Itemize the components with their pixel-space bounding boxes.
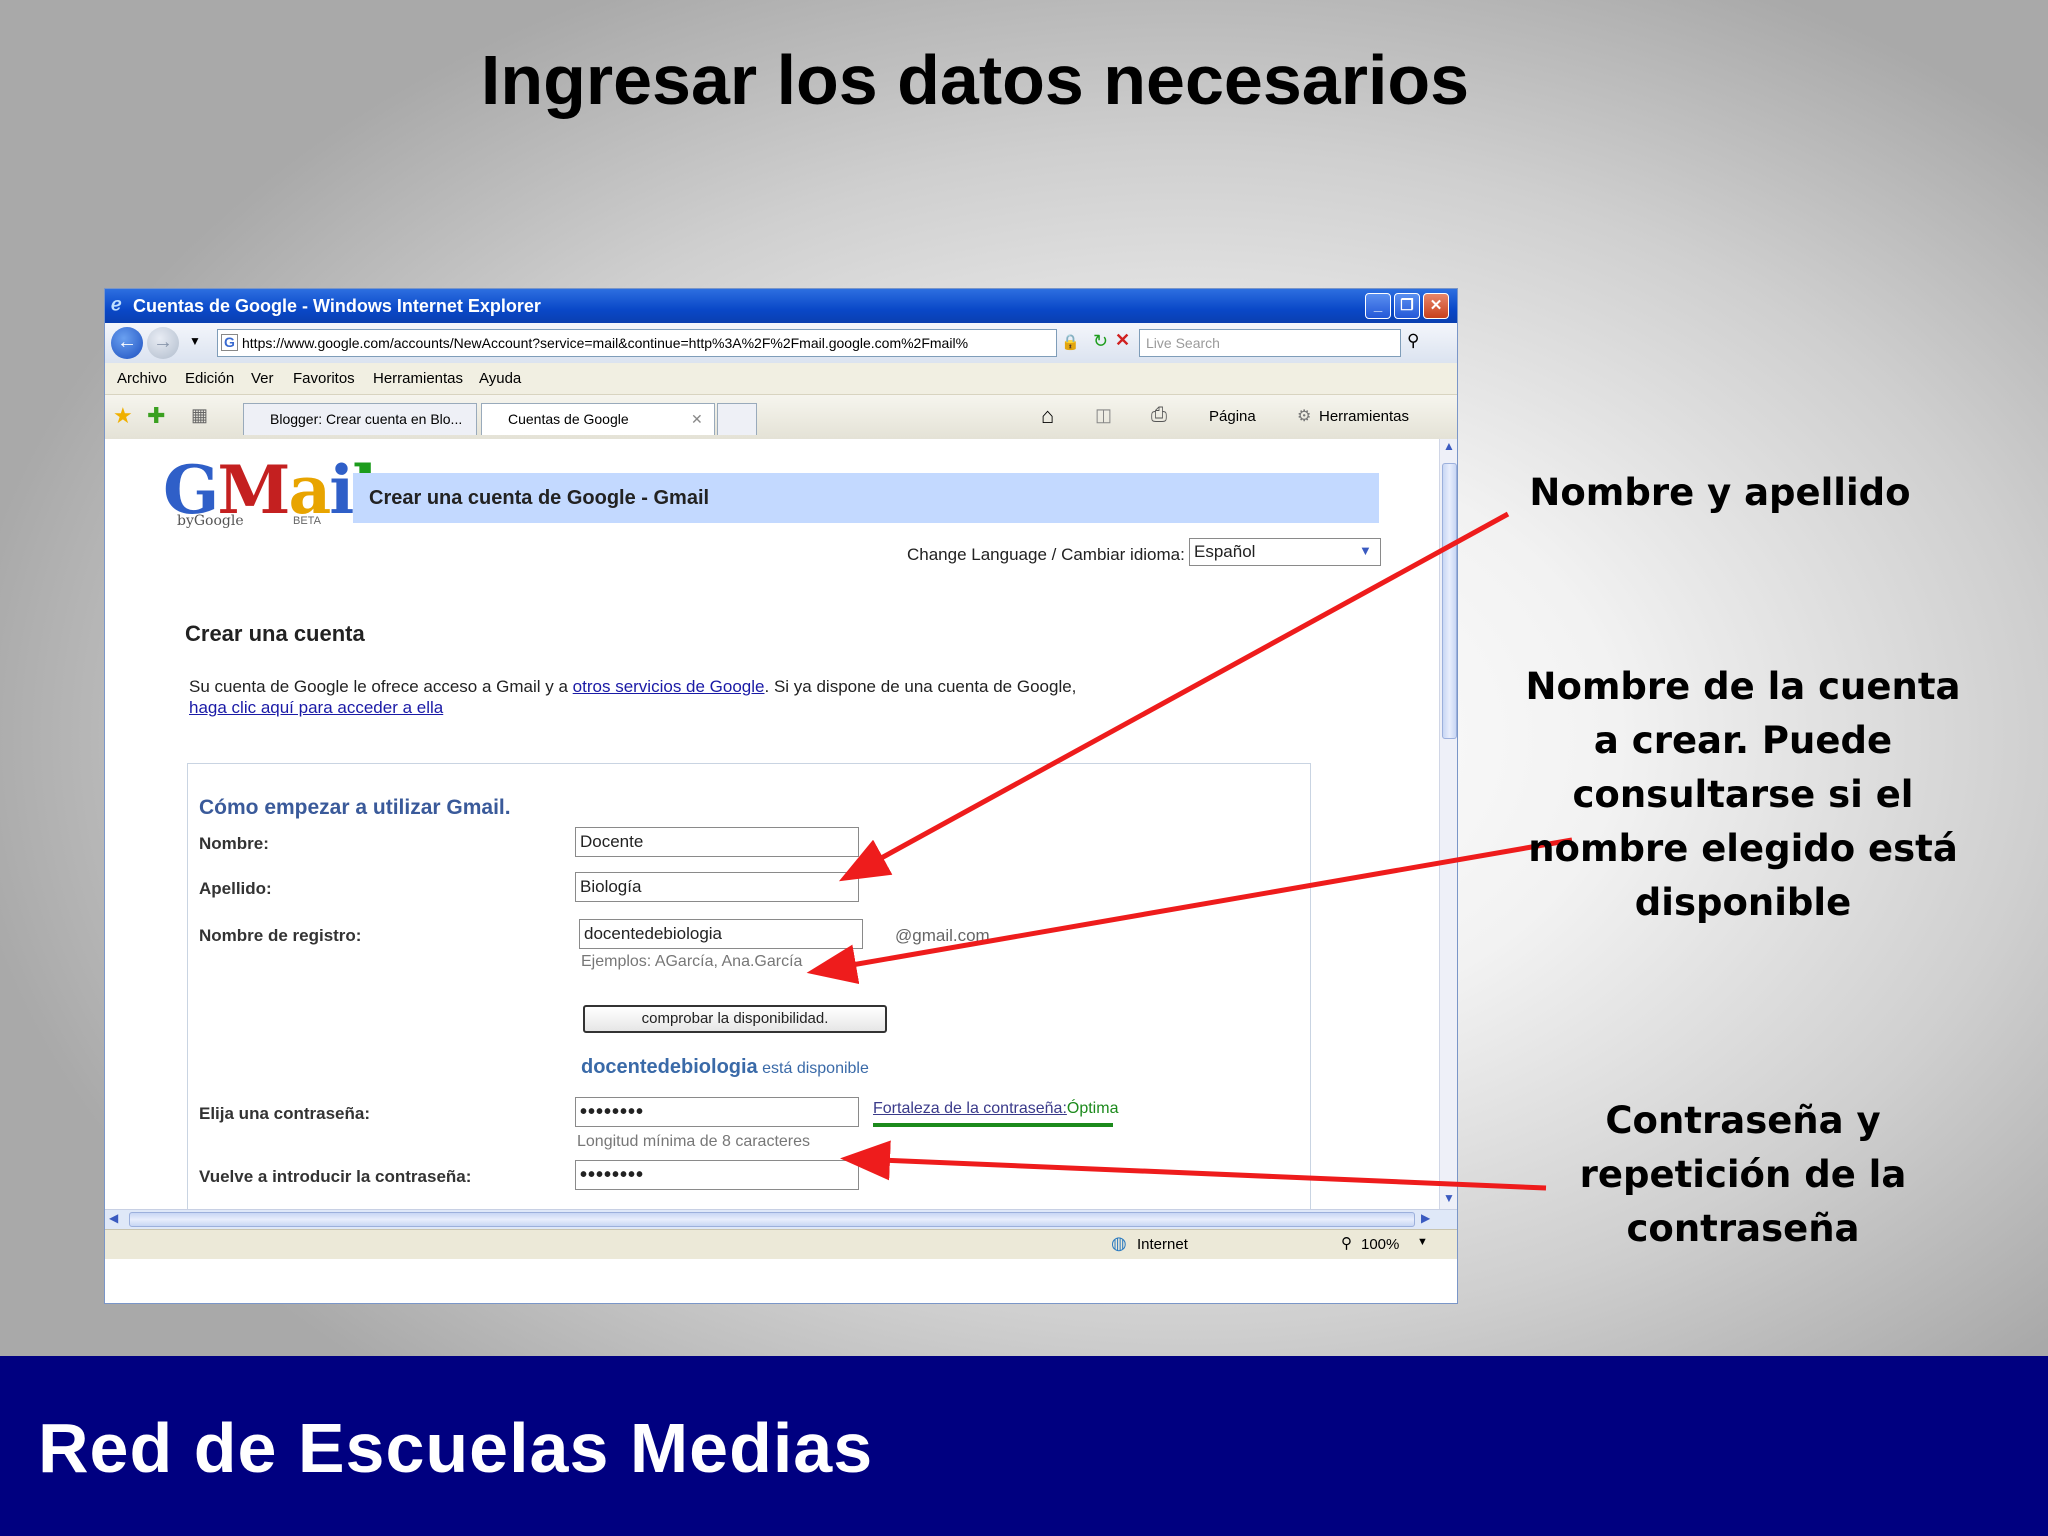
arrow-account [806,837,1573,984]
arrow-password [840,1140,1547,1191]
slide-footer: Red de Escuelas Medias [0,1356,2048,1536]
annotation-name: Nombre y apellido [1529,471,1911,514]
footer-text: Red de Escuelas Medias [38,1409,874,1487]
annotation-account: Nombre de la cuenta a crear. Puede consu… [1525,665,1961,924]
annotation-password: Contraseña y repetición de la contraseña [1579,1099,1907,1250]
arrow-name [838,511,1510,882]
